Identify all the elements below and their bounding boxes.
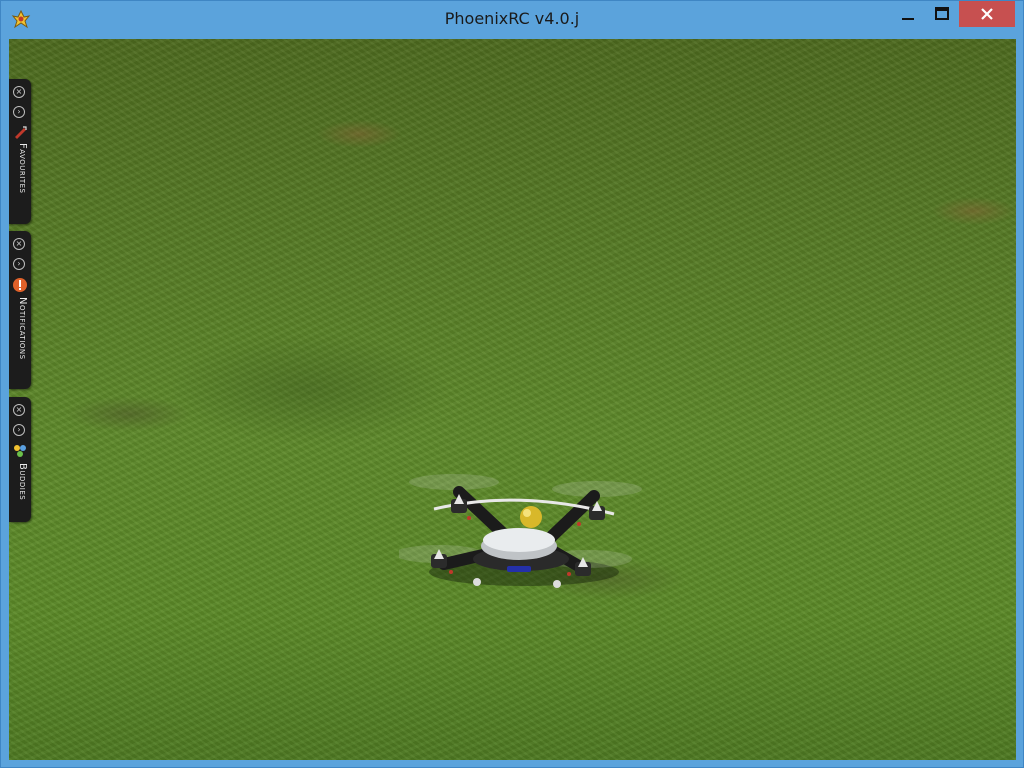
buddies-icon xyxy=(14,445,26,457)
expand-tab-icon[interactable]: › xyxy=(13,424,25,436)
favourites-tab-label: Favourites xyxy=(17,143,28,194)
title-bar[interactable]: PhoenixRC v4.0.j xyxy=(1,1,1023,37)
notifications-tab[interactable]: × › Notifications xyxy=(9,231,31,389)
buddies-tab[interactable]: × › Buddies xyxy=(9,397,31,522)
app-window: PhoenixRC v4.0.j × › Favourites × › Noti… xyxy=(0,0,1024,768)
minimize-button[interactable] xyxy=(893,1,923,27)
simulator-viewport[interactable]: × › Favourites × › Notifications × › Bud… xyxy=(9,39,1016,760)
close-tab-icon[interactable]: × xyxy=(13,86,25,98)
close-tab-icon[interactable]: × xyxy=(13,238,25,250)
expand-tab-icon[interactable]: › xyxy=(13,106,25,118)
buddies-tab-label: Buddies xyxy=(17,463,28,501)
maximize-icon xyxy=(935,7,949,20)
quadcopter-model xyxy=(399,474,642,588)
close-icon xyxy=(981,8,993,20)
minimize-icon xyxy=(902,18,914,20)
close-tab-icon[interactable]: × xyxy=(13,404,25,416)
window-title: PhoenixRC v4.0.j xyxy=(444,9,580,28)
favourites-tab[interactable]: × › Favourites xyxy=(9,79,31,224)
close-button[interactable] xyxy=(959,1,1015,27)
notifications-tab-label: Notifications xyxy=(17,297,28,360)
notification-warning-icon xyxy=(13,278,27,292)
favourites-icon xyxy=(15,126,27,139)
maximize-button[interactable] xyxy=(927,1,957,27)
expand-tab-icon[interactable]: › xyxy=(13,258,25,270)
